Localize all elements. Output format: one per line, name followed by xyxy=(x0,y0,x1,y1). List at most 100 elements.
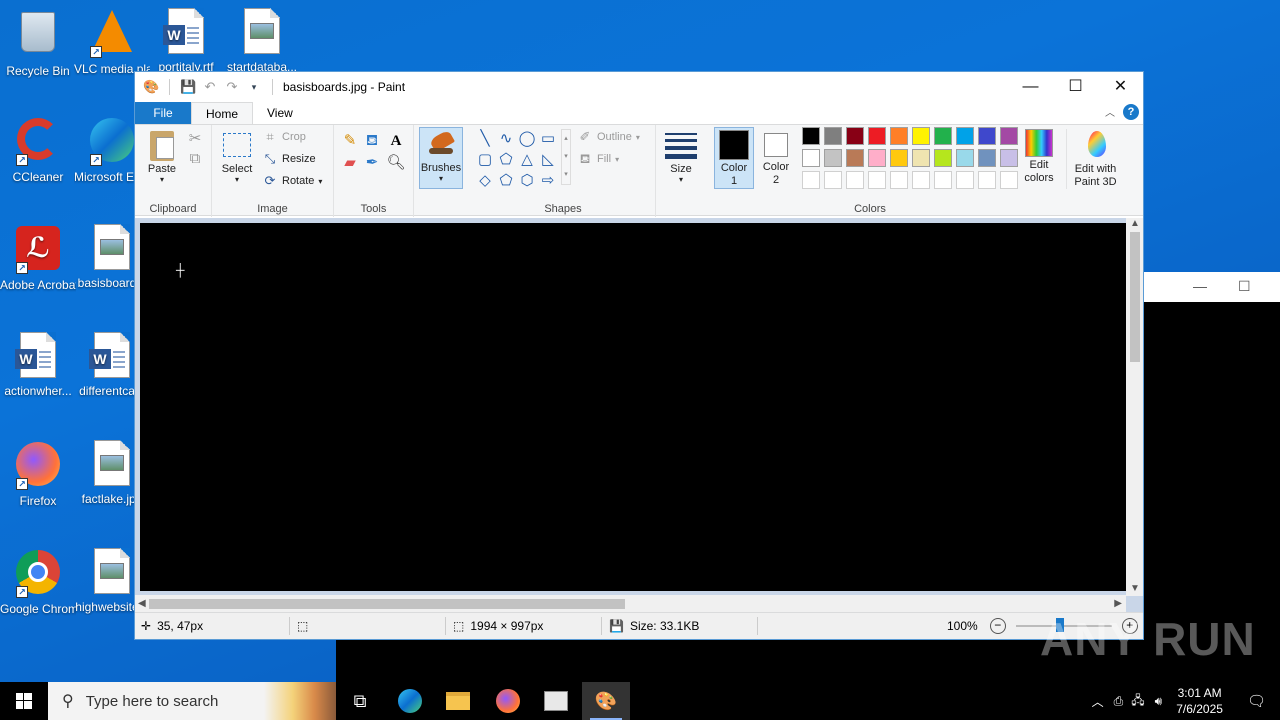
edge-taskbar-icon[interactable] xyxy=(386,682,434,720)
drawing-canvas[interactable]: ┼ xyxy=(140,223,1126,591)
custom-color-slot[interactable] xyxy=(802,171,820,189)
color-swatch[interactable] xyxy=(846,127,864,145)
color-swatch[interactable] xyxy=(824,149,842,167)
color-swatch[interactable] xyxy=(890,127,908,145)
undo-icon[interactable]: ↶ xyxy=(202,79,218,95)
scroll-left-icon[interactable]: ◀ xyxy=(138,598,146,609)
color-swatch[interactable] xyxy=(1000,127,1018,145)
customize-qat-icon[interactable]: ▾ xyxy=(246,79,262,95)
custom-color-slot[interactable] xyxy=(868,171,886,189)
minimize-button[interactable]: — xyxy=(1008,72,1053,102)
file-explorer-icon[interactable] xyxy=(434,682,482,720)
volume-icon[interactable]: 🔊︎ xyxy=(1149,694,1169,709)
device-icon[interactable]: ⎙ xyxy=(1110,694,1128,709)
desktop-icon-image[interactable]: startdataba... xyxy=(224,8,300,75)
color-picker-icon[interactable]: ✒ xyxy=(362,153,382,173)
help-icon[interactable]: ? xyxy=(1123,104,1139,120)
color-swatch[interactable] xyxy=(912,149,930,167)
custom-color-slot[interactable] xyxy=(846,171,864,189)
color-swatch[interactable] xyxy=(934,149,952,167)
tab-view[interactable]: View xyxy=(253,102,307,124)
outline-button[interactable]: ✐ Outline ▾ xyxy=(577,127,640,147)
task-view-icon[interactable]: ⧉ xyxy=(336,682,384,720)
collapse-ribbon-icon[interactable]: ︿ xyxy=(1105,104,1115,119)
rectangle-shape-icon[interactable]: ▭ xyxy=(538,129,558,149)
color-swatch[interactable] xyxy=(846,149,864,167)
horizontal-scroll-thumb[interactable] xyxy=(149,599,625,609)
taskbar-search[interactable]: ⚲ Type here to search xyxy=(48,682,336,720)
color2-button[interactable]: Color 2 xyxy=(756,127,796,189)
color-swatch[interactable] xyxy=(890,149,908,167)
pentagon-shape-icon[interactable]: ⬠ xyxy=(496,171,516,191)
custom-color-slot[interactable] xyxy=(824,171,842,189)
notifications-icon[interactable]: 🗨 xyxy=(1231,692,1280,710)
color-swatch[interactable] xyxy=(1000,149,1018,167)
close-button[interactable]: ✕ xyxy=(1098,72,1143,102)
right-triangle-shape-icon[interactable]: ◺ xyxy=(538,150,558,170)
pencil-icon[interactable]: ✎ xyxy=(340,131,360,151)
color-swatch[interactable] xyxy=(802,149,820,167)
show-hidden-icons-icon[interactable]: ︿ xyxy=(1086,693,1110,710)
desktop-icon-chrome[interactable]: ↗ Google Chrome xyxy=(0,548,76,617)
custom-color-slot[interactable] xyxy=(1000,171,1018,189)
paste-button[interactable]: Paste ▾ xyxy=(141,129,183,184)
text-icon[interactable]: A xyxy=(386,131,406,151)
line-shape-icon[interactable]: ╲ xyxy=(475,129,495,149)
network-icon[interactable]: 🖧 xyxy=(1127,691,1148,712)
desktop-icon-word[interactable]: Wactionwher... xyxy=(0,332,76,399)
resize-button[interactable]: ⤡ Resize xyxy=(262,149,316,169)
desktop-icon-vlc[interactable]: ↗VLC media player xyxy=(74,8,150,77)
hexagon-shape-icon[interactable]: ⬡ xyxy=(517,171,537,191)
maximize-button[interactable]: ☐ xyxy=(1053,72,1098,102)
tab-file[interactable]: File xyxy=(135,102,191,124)
custom-color-slot[interactable] xyxy=(890,171,908,189)
clock[interactable]: 3:01 AM 7/6/2025 xyxy=(1168,685,1231,717)
brushes-button[interactable]: Brushes ▾ xyxy=(419,127,463,189)
edit-paint3d-button[interactable]: Edit with Paint 3D xyxy=(1066,129,1124,189)
color-swatch[interactable] xyxy=(868,149,886,167)
desktop-icon-firefox[interactable]: ↗ Firefox xyxy=(0,440,76,509)
desktop-icon-ccleaner[interactable]: ↗ CCleaner xyxy=(0,116,76,185)
cut-icon[interactable]: ✂ xyxy=(185,129,205,149)
size-button[interactable]: Size ▾ xyxy=(659,129,703,184)
rotate-button[interactable]: ⟳ Rotate ▾ xyxy=(262,171,323,191)
copy-icon[interactable]: ⧉ xyxy=(185,149,205,169)
custom-color-slot[interactable] xyxy=(934,171,952,189)
eraser-icon[interactable]: ▰ xyxy=(340,153,360,173)
scroll-down-icon[interactable]: ▼ xyxy=(1130,583,1140,594)
app-taskbar-icon[interactable] xyxy=(532,682,580,720)
desktop-icon-word[interactable]: Wportitaly.rtf xyxy=(148,8,224,75)
color-swatch[interactable] xyxy=(978,149,996,167)
paint-taskbar-icon[interactable]: 🎨 xyxy=(582,682,630,720)
polygon-shape-icon[interactable]: ⬠ xyxy=(496,150,516,170)
vertical-scroll-thumb[interactable] xyxy=(1130,232,1140,362)
triangle-shape-icon[interactable]: △ xyxy=(517,150,537,170)
crop-button[interactable]: ⌗ Crop xyxy=(262,127,306,147)
maximize-icon[interactable]: ☐ xyxy=(1238,278,1251,295)
redo-icon[interactable]: ↷ xyxy=(224,79,240,95)
vertical-scrollbar[interactable]: ▲ ▼ xyxy=(1126,218,1143,596)
diamond-shape-icon[interactable]: ◇ xyxy=(475,171,495,191)
rounded-rectangle-shape-icon[interactable]: ▢ xyxy=(475,150,495,170)
color-swatch[interactable] xyxy=(912,127,930,145)
zoom-out-icon[interactable]: − xyxy=(989,618,1006,634)
fill-bucket-icon[interactable]: ⛾ xyxy=(362,131,382,151)
paint-app-icon[interactable]: 🎨 xyxy=(143,79,159,95)
desktop-icon-recycle[interactable]: Recycle Bin xyxy=(0,8,76,79)
right-arrow-shape-icon[interactable]: ⇨ xyxy=(538,171,558,191)
select-button[interactable]: Select ▾ xyxy=(218,129,256,184)
color-swatch[interactable] xyxy=(934,127,952,145)
desktop-icon-acrobat[interactable]: ℒ ↗ Adobe Acrobat xyxy=(0,224,76,293)
curve-shape-icon[interactable]: ∿ xyxy=(496,129,516,149)
color-swatch[interactable] xyxy=(868,127,886,145)
color-swatch[interactable] xyxy=(956,149,974,167)
custom-color-slot[interactable] xyxy=(912,171,930,189)
firefox-taskbar-icon[interactable] xyxy=(484,682,532,720)
custom-color-slot[interactable] xyxy=(956,171,974,189)
horizontal-scrollbar[interactable]: ◀ ▶ xyxy=(135,595,1126,612)
color-swatch[interactable] xyxy=(978,127,996,145)
tab-home[interactable]: Home xyxy=(191,102,254,124)
fill-button[interactable]: ⛾ Fill ▾ xyxy=(577,149,619,169)
color-swatch[interactable] xyxy=(956,127,974,145)
magnifier-icon[interactable]: 🔍︎ xyxy=(386,153,406,173)
